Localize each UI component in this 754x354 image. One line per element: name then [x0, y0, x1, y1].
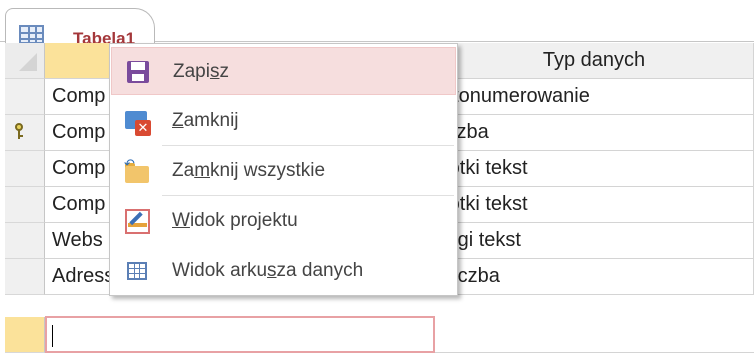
data-type-cell[interactable]: iczba [435, 115, 754, 151]
row-selector[interactable] [5, 223, 45, 259]
close-icon: ✕ [123, 107, 151, 136]
select-all-corner[interactable] [5, 43, 45, 79]
data-type-cell[interactable]: rótki tekst [435, 187, 754, 223]
column-header-data-type[interactable]: Typ danych [435, 43, 754, 79]
design-view-icon [123, 207, 151, 235]
field-name-input[interactable] [45, 316, 435, 353]
menu-item-save[interactable]: Zapisz [111, 47, 456, 95]
row-selector[interactable] [5, 259, 45, 295]
text-caret [52, 325, 53, 347]
document-tab-bar: Tabela1 [0, 0, 754, 48]
data-type-cell[interactable] [435, 317, 754, 353]
menu-item-close[interactable]: ✕ Zamknij [111, 97, 456, 145]
menu-item-design-view[interactable]: Widok projektu [111, 197, 456, 245]
primary-key-icon [13, 123, 25, 139]
menu-item-label: Zamknij wszystkie [172, 160, 326, 181]
close-all-icon: ↶ [123, 157, 151, 185]
menu-separator [162, 195, 454, 196]
menu-item-label: Widok projektu [172, 210, 298, 231]
row-selector[interactable] [5, 115, 45, 151]
tab-tabela1[interactable]: Tabela1 [5, 8, 155, 48]
row-selector[interactable] [5, 187, 45, 223]
row-selector[interactable] [5, 151, 45, 187]
data-type-cell[interactable]: utonumerowanie [435, 79, 754, 115]
menu-item-label: Zamknij [172, 110, 239, 131]
new-record-row [0, 316, 754, 353]
tab-context-menu: Zapisz ✕ Zamknij ↶ Zamknij wszystkie Wid… [109, 43, 458, 296]
row-selector-current[interactable] [5, 317, 45, 353]
data-type-cell[interactable]: ługi tekst [435, 223, 754, 259]
data-type-cell[interactable]: rótki tekst [435, 151, 754, 187]
menu-item-label: Widok arkusza danych [172, 260, 364, 281]
row-selector[interactable] [5, 79, 45, 115]
menu-item-close-all[interactable]: ↶ Zamknij wszystkie [111, 147, 456, 195]
table-icon [19, 25, 44, 44]
menu-separator [162, 145, 454, 146]
menu-item-label: Zapisz [173, 61, 229, 82]
menu-item-datasheet-view[interactable]: Widok arkusza danych [111, 247, 456, 295]
save-icon [124, 58, 152, 86]
data-type-cell[interactable]: Liczba [435, 259, 754, 295]
datasheet-view-icon [123, 257, 151, 285]
